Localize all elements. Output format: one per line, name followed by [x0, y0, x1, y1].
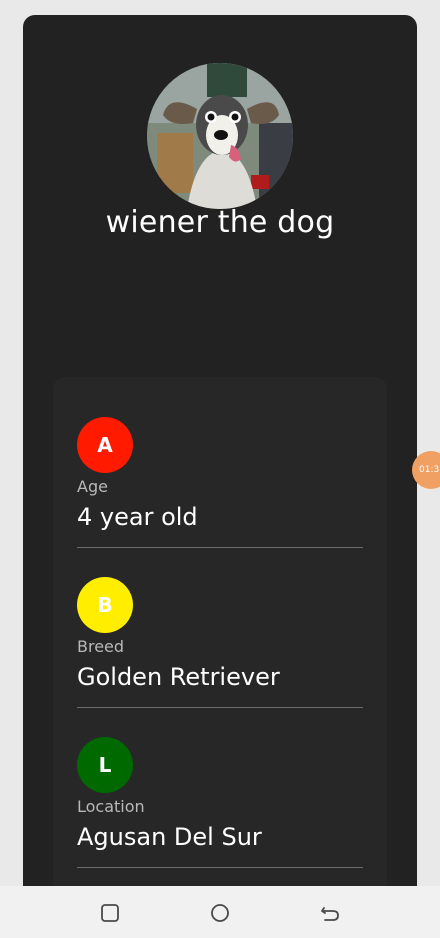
- recents-button[interactable]: [100, 903, 120, 923]
- detail-row-breed: B Breed Golden Retriever: [77, 577, 363, 708]
- breed-value: Golden Retriever: [77, 663, 280, 691]
- breed-label: Breed: [77, 637, 125, 656]
- dog-avatar[interactable]: [147, 63, 293, 209]
- age-label: Age: [77, 477, 108, 496]
- age-value: 4 year old: [77, 503, 198, 531]
- dog-photo-icon: [147, 63, 293, 209]
- home-icon: [211, 904, 229, 922]
- back-button[interactable]: [320, 903, 340, 923]
- home-button[interactable]: [210, 903, 230, 923]
- app-screen: wiener the dog A Age 4 year old B Breed …: [0, 0, 440, 938]
- location-label: Location: [77, 797, 145, 816]
- breed-letter-badge: B: [77, 577, 133, 633]
- location-letter-badge: L: [77, 737, 133, 793]
- back-icon: [321, 907, 339, 921]
- detail-row-location: L Location Agusan Del Sur: [77, 737, 363, 868]
- system-nav-bar: [0, 886, 440, 938]
- recents-icon: [101, 904, 119, 922]
- detail-row-age: A Age 4 year old: [77, 417, 363, 548]
- profile-card: wiener the dog A Age 4 year old B Breed …: [23, 15, 417, 937]
- profile-name: wiener the dog: [105, 205, 335, 240]
- location-value: Agusan Del Sur: [77, 823, 262, 851]
- details-card: A Age 4 year old B Breed Golden Retrieve…: [53, 377, 387, 937]
- age-letter-badge: A: [77, 417, 133, 473]
